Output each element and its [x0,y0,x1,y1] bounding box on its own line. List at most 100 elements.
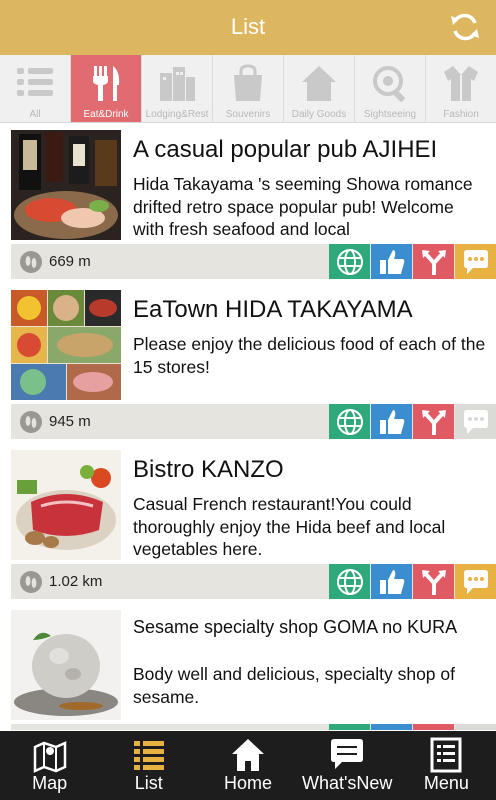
list-icon [133,741,164,770]
footprints-icon [20,571,42,593]
place-description: Please enjoy the delicious food of each … [133,334,486,377]
distance-label: 945 m [49,413,91,430]
building-icon [160,67,195,101]
speech-bubble-icon [463,409,488,434]
list-item[interactable]: EaTown HIDA TAKAYAMA Please enjoy the de… [0,283,496,443]
action-buttons [328,244,496,279]
item-action-bar: 945 m [11,404,496,439]
shirt-icon [444,66,478,101]
place-name: EaTown HIDA TAKAYAMA [133,296,413,323]
category-label: Fashion [443,109,479,120]
tab-map[interactable]: Map [0,731,99,800]
category-eat-drink[interactable]: Eat&Drink [71,55,142,122]
category-bar: All Eat&Drink Lodging&Rest Souvenirs Dai… [0,55,496,123]
thumbs-up-icon [379,409,404,434]
tab-home[interactable]: Home [198,731,297,800]
distance-label: 1.02 km [49,573,103,590]
place-description: Hida Takayama 's seeming Showa romance d… [133,174,473,239]
tab-list[interactable]: List [99,731,198,800]
website-button[interactable] [329,404,370,439]
place-photo [11,610,121,720]
tab-label: What'sNew [301,773,393,793]
place-name: A casual popular pub AJIHEI [133,136,438,163]
list-icon [17,68,53,96]
like-button[interactable] [371,724,412,730]
fork-knife-icon [93,66,120,101]
speech-bubble-icon [463,249,488,274]
globe-icon [336,248,363,275]
tab-label: Home [224,773,273,793]
bottom-tab-bar: Map List Home What'sNew Menu [0,731,496,800]
category-label: Souvenirs [225,109,271,120]
list-item[interactable]: Bistro KANZO Casual French restaurant!Yo… [0,443,496,603]
thumbs-up-icon [379,569,404,594]
like-button[interactable] [371,564,412,599]
home-icon [232,739,264,771]
place-name: Bistro KANZO [133,456,284,483]
route-button[interactable] [413,404,454,439]
thumbs-up-icon [379,249,404,274]
chat-icon [331,739,364,769]
list-item[interactable]: Sesame specialty shop GOMA no KURA Body … [0,603,496,730]
website-button[interactable] [329,244,370,279]
route-icon [421,409,446,435]
page-title: List [230,14,266,39]
item-action-bar [11,724,496,730]
list-item[interactable]: A casual popular pub AJIHEI Hida Takayam… [0,123,496,283]
like-button[interactable] [371,404,412,439]
distance-label: 669 m [49,253,91,270]
menu-icon [430,737,462,773]
speech-bubble-icon [463,569,488,594]
tab-label: Menu [423,773,469,793]
eye-icon [373,66,406,103]
footprints-icon [20,411,42,433]
route-icon [421,569,446,595]
category-all[interactable]: All [0,55,71,122]
route-button[interactable] [413,244,454,279]
place-list: A casual popular pub AJIHEI Hida Takayam… [0,123,496,730]
tab-label: List [134,773,163,793]
category-sightseeing[interactable]: Sightseeing [355,55,426,122]
place-photo [11,450,121,560]
place-description: Casual French restaurant!You could thoro… [133,494,446,559]
comment-button[interactable] [455,244,496,279]
place-name: Sesame specialty shop GOMA no KURA [133,617,458,637]
item-action-bar: 669 m [11,244,496,279]
place-description: Body well and delicious, specialty shop … [133,664,455,707]
route-button[interactable] [413,564,454,599]
place-photo [11,130,121,240]
like-button[interactable] [371,244,412,279]
tab-whats-new[interactable]: What'sNew [298,731,397,800]
shopping-bag-icon [234,64,262,101]
globe-icon [336,408,363,435]
tab-menu[interactable]: Menu [397,731,496,800]
route-icon [421,249,446,275]
category-souvenirs[interactable]: Souvenirs [213,55,284,122]
comment-button[interactable] [455,564,496,599]
tab-label: Map [32,773,68,793]
comment-button[interactable] [455,404,496,439]
category-label: Lodging&Rest [145,109,209,120]
app-header: List [0,0,496,55]
action-buttons [328,404,496,439]
category-label: All [29,109,41,120]
comment-button[interactable] [455,724,496,730]
place-photo [11,290,121,400]
website-button[interactable] [329,564,370,599]
category-lodging[interactable]: Lodging&Rest [142,55,213,122]
route-button[interactable] [413,724,454,730]
house-icon [302,66,336,101]
website-button[interactable] [329,724,370,730]
category-label: Daily Goods [291,109,347,120]
category-label: Sightseeing [363,109,417,120]
category-fashion[interactable]: Fashion [426,55,496,122]
globe-icon [336,568,363,595]
action-buttons [328,724,496,730]
footprints-icon [20,251,42,273]
item-action-bar: 1.02 km [11,564,496,599]
category-label: Eat&Drink [83,109,129,120]
category-daily-goods[interactable]: Daily Goods [284,55,355,122]
refresh-icon[interactable] [448,10,482,44]
map-icon [33,741,66,773]
action-buttons [328,564,496,599]
